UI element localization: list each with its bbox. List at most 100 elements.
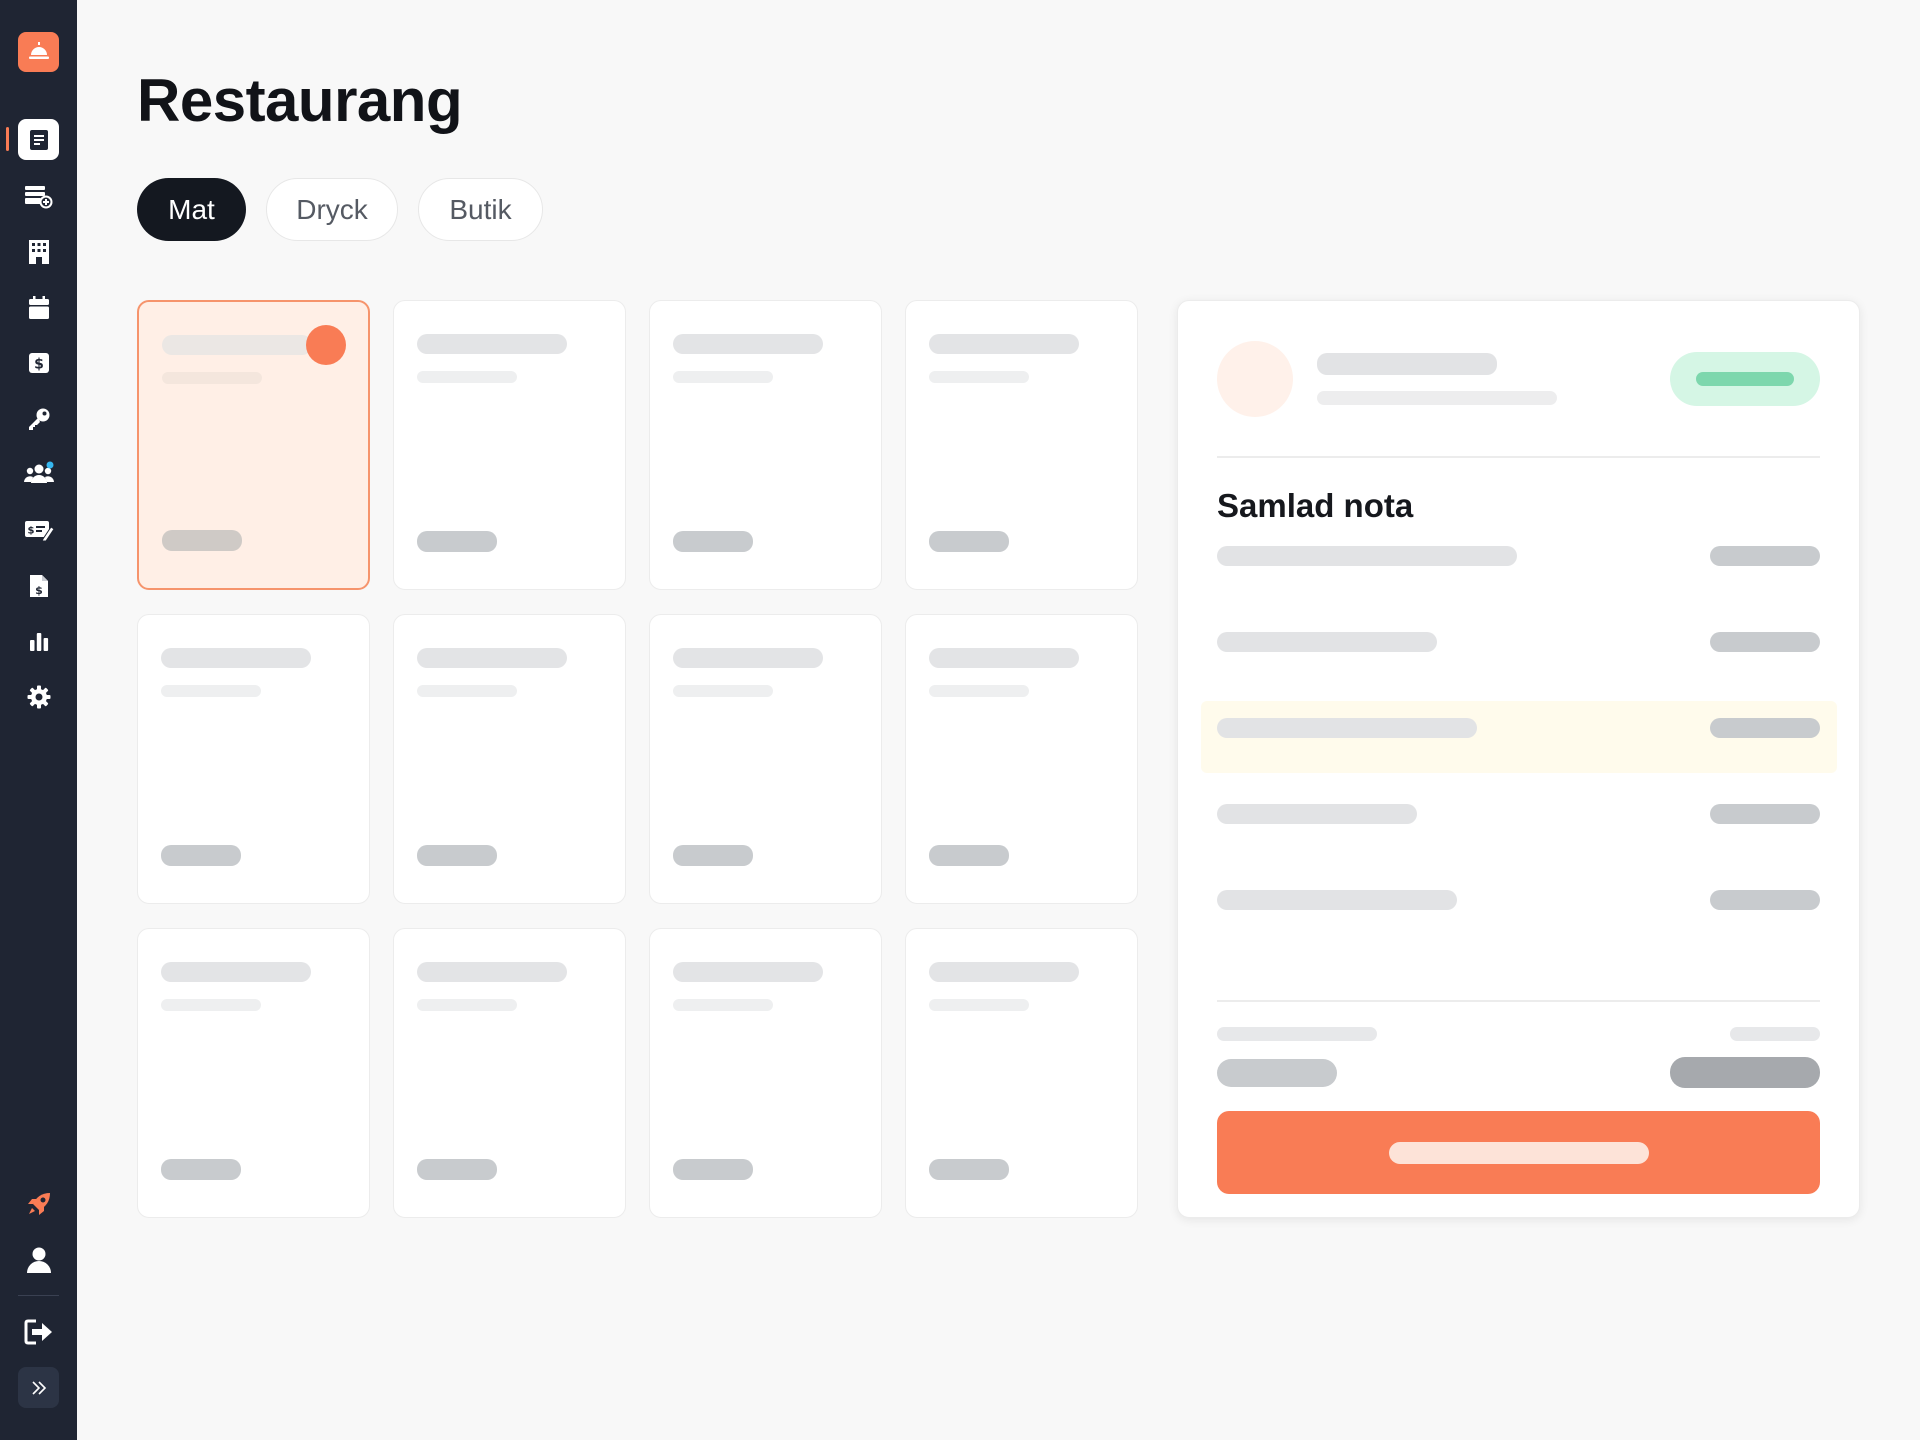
line-item-price-placeholder [1710, 546, 1820, 566]
sidebar-item-payments[interactable]: $ [18, 342, 59, 383]
product-price-placeholder [417, 531, 497, 552]
selected-badge [306, 325, 346, 365]
sidebar-item-products[interactable] [18, 176, 59, 217]
customer-name-placeholder [1317, 353, 1497, 375]
users-icon [23, 461, 54, 483]
customer-detail-placeholder [1317, 391, 1557, 405]
tab-butik[interactable]: Butik [418, 178, 543, 241]
product-card[interactable] [137, 300, 370, 590]
tab-mat[interactable]: Mat [137, 178, 246, 241]
divider [1217, 456, 1820, 458]
line-item-name-placeholder [1217, 718, 1477, 738]
sidebar-item-profile[interactable] [18, 1239, 59, 1280]
sidebar-item-venues[interactable] [18, 231, 59, 272]
svg-text:$: $ [35, 584, 43, 597]
pay-button[interactable] [1217, 1111, 1820, 1194]
product-desc-placeholder [673, 685, 773, 697]
sidebar-item-logout[interactable] [18, 1311, 59, 1352]
line-item-price-placeholder [1710, 632, 1820, 652]
product-price-placeholder [929, 531, 1009, 552]
product-name-placeholder [673, 962, 823, 982]
product-price-placeholder [673, 531, 753, 552]
product-name-placeholder [929, 962, 1079, 982]
product-desc-placeholder [417, 999, 517, 1011]
product-name-placeholder [417, 648, 567, 668]
product-card[interactable] [137, 614, 370, 904]
sidebar-item-access[interactable] [18, 398, 59, 439]
calendar-icon [28, 295, 49, 319]
product-desc-placeholder [929, 685, 1029, 697]
product-name-placeholder [161, 962, 311, 982]
bar-chart-icon [29, 632, 48, 651]
sidebar-item-statistics[interactable] [18, 620, 59, 661]
sidebar-item-onboarding[interactable] [18, 1183, 59, 1224]
product-desc-placeholder [673, 371, 773, 383]
product-desc-placeholder [161, 999, 261, 1011]
logout-icon [24, 1319, 52, 1344]
product-price-placeholder [929, 845, 1009, 866]
product-card[interactable] [905, 614, 1138, 904]
product-card[interactable] [649, 300, 882, 590]
product-name-placeholder [417, 334, 567, 354]
subtotal-value-placeholder [1730, 1027, 1820, 1041]
product-card[interactable] [393, 614, 626, 904]
product-name-placeholder [417, 962, 567, 982]
product-name-placeholder [673, 334, 823, 354]
product-card[interactable] [905, 300, 1138, 590]
svg-text:$: $ [27, 525, 34, 536]
user-icon [26, 1247, 51, 1273]
tab-dryck[interactable]: Dryck [266, 178, 398, 241]
product-desc-placeholder [162, 372, 262, 384]
product-card[interactable] [393, 928, 626, 1218]
line-item-name-placeholder [1217, 890, 1457, 910]
receipt-icon [29, 129, 48, 150]
rocket-icon [27, 1192, 50, 1215]
building-icon [28, 239, 49, 264]
product-price-placeholder [162, 530, 242, 551]
line-item-price-placeholder [1710, 804, 1820, 824]
subtotal-label-placeholder [1217, 1027, 1377, 1041]
category-tabs: Mat Dryck Butik [137, 178, 543, 241]
product-desc-placeholder [161, 685, 261, 697]
sidebar-item-pricing[interactable]: $ [18, 509, 59, 550]
sidebar-expand-button[interactable] [18, 1367, 59, 1408]
product-card[interactable] [649, 614, 882, 904]
page-title: Restaurang [137, 67, 463, 134]
product-card[interactable] [905, 928, 1138, 1218]
summary-heading: Samlad nota [1217, 487, 1414, 524]
gear-icon [27, 685, 50, 708]
product-desc-placeholder [417, 371, 517, 383]
product-card[interactable] [649, 928, 882, 1218]
active-indicator [6, 127, 9, 151]
sidebar-item-staff[interactable] [18, 453, 59, 494]
product-name-placeholder [161, 648, 311, 668]
sidebar-item-invoices[interactable]: $ [18, 565, 59, 606]
pay-button-label-placeholder [1388, 1141, 1649, 1164]
product-desc-placeholder [673, 999, 773, 1011]
product-card[interactable] [137, 928, 370, 1218]
total-value-placeholder [1670, 1057, 1820, 1088]
product-price-placeholder [161, 845, 241, 866]
sidebar: $ $ $ [0, 0, 77, 1440]
sidebar-item-settings[interactable] [18, 676, 59, 717]
sidebar-divider [18, 1295, 59, 1296]
product-grid [137, 300, 1138, 1218]
product-price-placeholder [929, 1159, 1009, 1180]
status-badge-text-placeholder [1696, 372, 1794, 386]
product-card[interactable] [393, 300, 626, 590]
product-price-placeholder [161, 1159, 241, 1180]
product-name-placeholder [929, 334, 1079, 354]
sidebar-item-orders[interactable] [18, 119, 59, 160]
line-item-name-placeholder [1217, 804, 1417, 824]
product-desc-placeholder [929, 999, 1029, 1011]
line-item-name-placeholder [1217, 546, 1517, 566]
product-name-placeholder [162, 335, 312, 355]
invoice-icon: $ [29, 574, 48, 597]
app-logo[interactable] [18, 32, 59, 72]
stack-add-icon [24, 185, 52, 208]
product-desc-placeholder [417, 685, 517, 697]
sidebar-item-calendar[interactable] [18, 287, 59, 328]
product-name-placeholder [673, 648, 823, 668]
svg-text:$: $ [34, 356, 44, 372]
avatar [1217, 341, 1293, 417]
